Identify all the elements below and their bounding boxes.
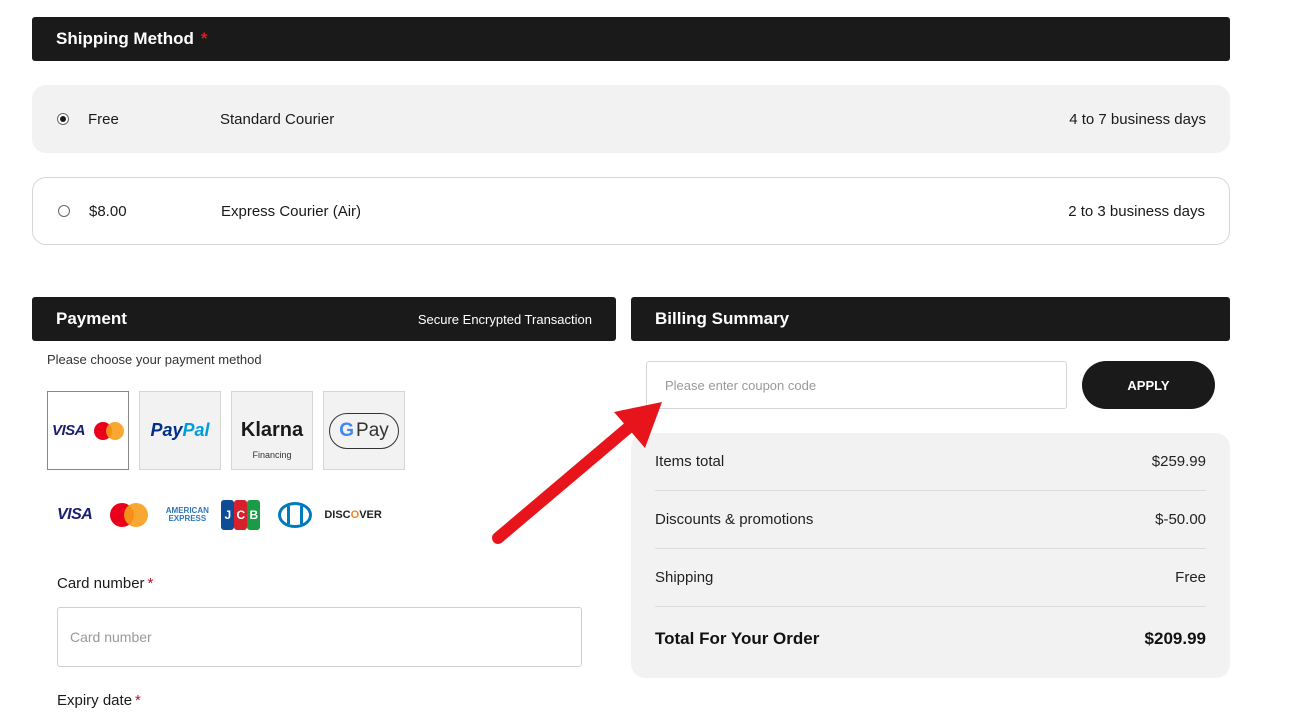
shipping-method-header: Shipping Method *: [32, 17, 1230, 61]
google-pay-logo: G Pay: [329, 412, 399, 449]
card-number-label: Card number *: [57, 575, 154, 592]
discover-icon: DISCOVER: [324, 509, 382, 521]
diners-club-icon: [278, 502, 313, 528]
shipping-option-standard[interactable]: Free Standard Courier 4 to 7 business da…: [32, 85, 1230, 153]
payment-method-paypal[interactable]: PayPal: [139, 391, 221, 470]
paypal-logo: PayPal: [150, 420, 210, 440]
visa-logo: VISA: [51, 422, 86, 439]
shipping-price: Free: [88, 110, 119, 128]
card-number-input[interactable]: [57, 607, 582, 667]
shipping-days: 2 to 3 business days: [1068, 202, 1205, 220]
mastercard-icon: [110, 503, 149, 527]
radio-selected-icon[interactable]: [57, 113, 69, 125]
shipping-option-express[interactable]: $8.00 Express Courier (Air) 2 to 3 busin…: [32, 177, 1230, 245]
mastercard-icon: [94, 421, 124, 440]
accepted-cards: VISA AMERICAN EXPRESS J C B DISCOVER: [57, 497, 382, 533]
billing-summary-header: Billing Summary: [631, 297, 1230, 341]
klarna-financing-label: Financing: [252, 450, 292, 460]
secure-transaction-text: Secure Encrypted Transaction: [417, 311, 592, 327]
payment-method-klarna[interactable]: Klarna Financing: [231, 391, 313, 470]
summary-row-items-total: Items total $259.99: [655, 433, 1206, 491]
billing-summary-title: Billing Summary: [655, 309, 790, 328]
payment-method-google-pay[interactable]: G Pay: [323, 391, 405, 470]
payment-title: Payment: [56, 309, 127, 328]
radio-unselected-icon[interactable]: [58, 205, 70, 217]
shipping-name: Standard Courier: [220, 110, 335, 128]
shipping-method-title: Shipping Method: [56, 29, 194, 48]
shipping-days: 4 to 7 business days: [1069, 110, 1206, 128]
payment-hint: Please choose your payment method: [47, 352, 262, 367]
coupon-code-input[interactable]: [646, 361, 1067, 409]
visa-icon: VISA: [57, 506, 93, 523]
summary-row-shipping: Shipping Free: [655, 549, 1206, 607]
klarna-logo: Klarna: [240, 419, 304, 441]
required-mark: *: [200, 29, 208, 48]
american-express-icon: AMERICAN EXPRESS: [163, 507, 212, 523]
summary-row-discounts: Discounts & promotions $-50.00: [655, 491, 1206, 549]
payment-method-card[interactable]: VISA: [47, 391, 129, 470]
apply-coupon-button[interactable]: APPLY: [1082, 361, 1215, 409]
payment-header: Payment Secure Encrypted Transaction: [32, 297, 616, 341]
shipping-price: $8.00: [89, 202, 127, 220]
summary-row-total: Total For Your Order $209.99: [655, 629, 1206, 648]
jcb-icon: J C B: [221, 500, 261, 530]
expiry-date-label: Expiry date *: [57, 692, 141, 709]
billing-summary-panel: Items total $259.99 Discounts & promotio…: [631, 433, 1230, 678]
shipping-name: Express Courier (Air): [221, 202, 362, 220]
